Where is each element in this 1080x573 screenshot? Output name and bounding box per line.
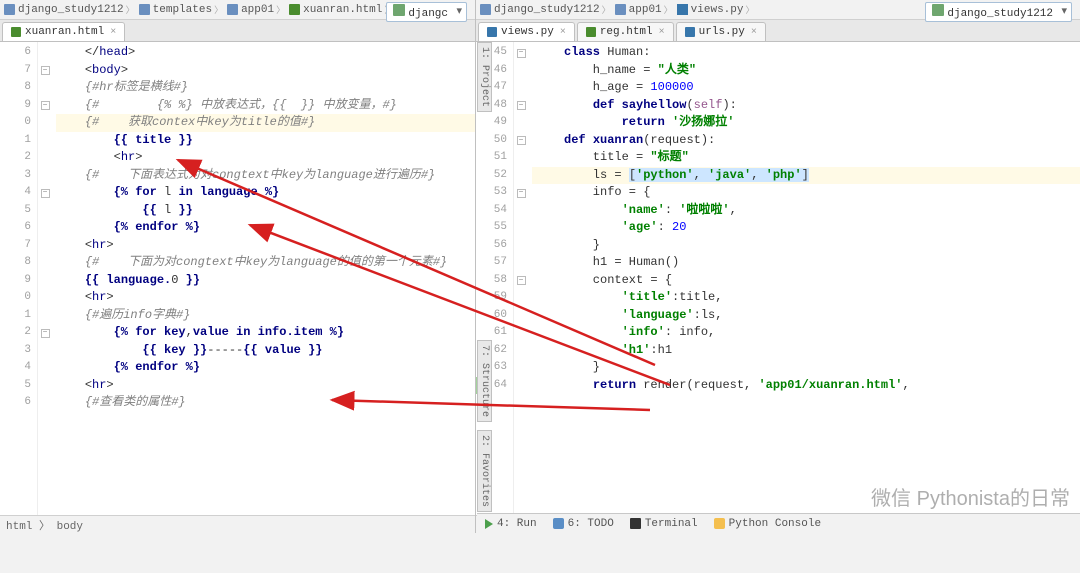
close-icon[interactable]: × bbox=[110, 27, 116, 38]
tool-terminal[interactable]: Terminal bbox=[630, 518, 698, 530]
config-dropdown[interactable]: djangc bbox=[386, 2, 467, 22]
tool-run[interactable]: 4: Run bbox=[485, 518, 537, 530]
breadcrumb-item[interactable]: views.py bbox=[677, 3, 757, 16]
py-icon bbox=[685, 27, 695, 37]
bottom-toolbar: 4: Run 6: TODO Terminal Python Console bbox=[477, 513, 1080, 533]
breadcrumb-item[interactable]: app01 bbox=[227, 3, 287, 16]
sidebar-tab-project[interactable]: 1: Project bbox=[477, 42, 492, 112]
close-icon[interactable]: × bbox=[560, 27, 566, 38]
tab-label: urls.py bbox=[699, 26, 745, 38]
close-icon[interactable]: × bbox=[751, 27, 757, 38]
tab-label: reg.html bbox=[600, 26, 653, 38]
left-editor-pane: django_study1212 templates app01 xuanran… bbox=[0, 0, 476, 533]
breadcrumb-item[interactable]: templates bbox=[139, 3, 225, 16]
left-tabs: xuanran.html × bbox=[0, 20, 475, 42]
code-area-right[interactable]: class Human: h_name = "人类" h_age = 10000… bbox=[528, 42, 1080, 515]
tab-xuanran-html[interactable]: xuanran.html × bbox=[2, 22, 125, 41]
terminal-icon bbox=[630, 518, 641, 529]
run-icon bbox=[485, 519, 493, 529]
sidebar-tab-structure[interactable]: 7: Structure bbox=[477, 340, 492, 422]
tab-views-py[interactable]: views.py × bbox=[478, 22, 575, 41]
python-icon bbox=[714, 518, 725, 529]
right-breadcrumb: django_study1212 app01 views.py django_s… bbox=[476, 0, 1080, 20]
tool-todo[interactable]: 6: TODO bbox=[553, 518, 614, 530]
left-statusbar: html 〉 body bbox=[0, 515, 475, 533]
breadcrumb-item[interactable]: django_study1212 bbox=[4, 3, 137, 16]
html-icon bbox=[586, 27, 596, 37]
code-area-left[interactable]: </head> <body> {#hr标签是横线#} {# {% %} 中放表达… bbox=[52, 42, 475, 515]
todo-icon bbox=[553, 518, 564, 529]
tab-label: views.py bbox=[501, 26, 554, 38]
py-icon bbox=[487, 27, 497, 37]
watermark-text: 微信 Pythonista的日常 bbox=[871, 482, 1070, 511]
tab-label: xuanran.html bbox=[25, 26, 104, 38]
close-icon[interactable]: × bbox=[659, 27, 665, 38]
left-breadcrumb: django_study1212 templates app01 xuanran… bbox=[0, 0, 475, 20]
breadcrumb-label: app01 bbox=[241, 4, 274, 16]
breadcrumb-item[interactable]: django_study1212 bbox=[480, 3, 613, 16]
fold-gutter[interactable]: −−−− bbox=[38, 42, 52, 515]
breadcrumb-label: xuanran.html bbox=[303, 4, 382, 16]
breadcrumb-label: app01 bbox=[629, 4, 662, 16]
right-tabs: views.py × reg.html × urls.py × bbox=[476, 20, 1080, 42]
breadcrumb-label: django_study1212 bbox=[18, 4, 124, 16]
right-editor[interactable]: 4546474849505152535455565758596061626364… bbox=[476, 42, 1080, 515]
breadcrumb-item[interactable]: app01 bbox=[615, 3, 675, 16]
left-editor[interactable]: 678901234567890123456 −−−− </head> <body… bbox=[0, 42, 475, 515]
breadcrumb-label: templates bbox=[153, 4, 212, 16]
tab-reg-html[interactable]: reg.html × bbox=[577, 22, 674, 41]
right-editor-pane: django_study1212 app01 views.py django_s… bbox=[476, 0, 1080, 533]
breadcrumb-item[interactable]: xuanran.html bbox=[289, 3, 395, 16]
line-numbers: 678901234567890123456 bbox=[0, 42, 38, 515]
config-dropdown[interactable]: django_study1212 bbox=[925, 2, 1072, 22]
breadcrumb-label: django_study1212 bbox=[494, 4, 600, 16]
tool-pyconsole[interactable]: Python Console bbox=[714, 518, 821, 530]
html-icon bbox=[11, 27, 21, 37]
fold-gutter[interactable]: −−−−− bbox=[514, 42, 528, 515]
tab-urls-py[interactable]: urls.py × bbox=[676, 22, 766, 41]
breadcrumb-label: views.py bbox=[691, 4, 744, 16]
sidebar-tab-favorites[interactable]: 2: Favorites bbox=[477, 430, 492, 512]
